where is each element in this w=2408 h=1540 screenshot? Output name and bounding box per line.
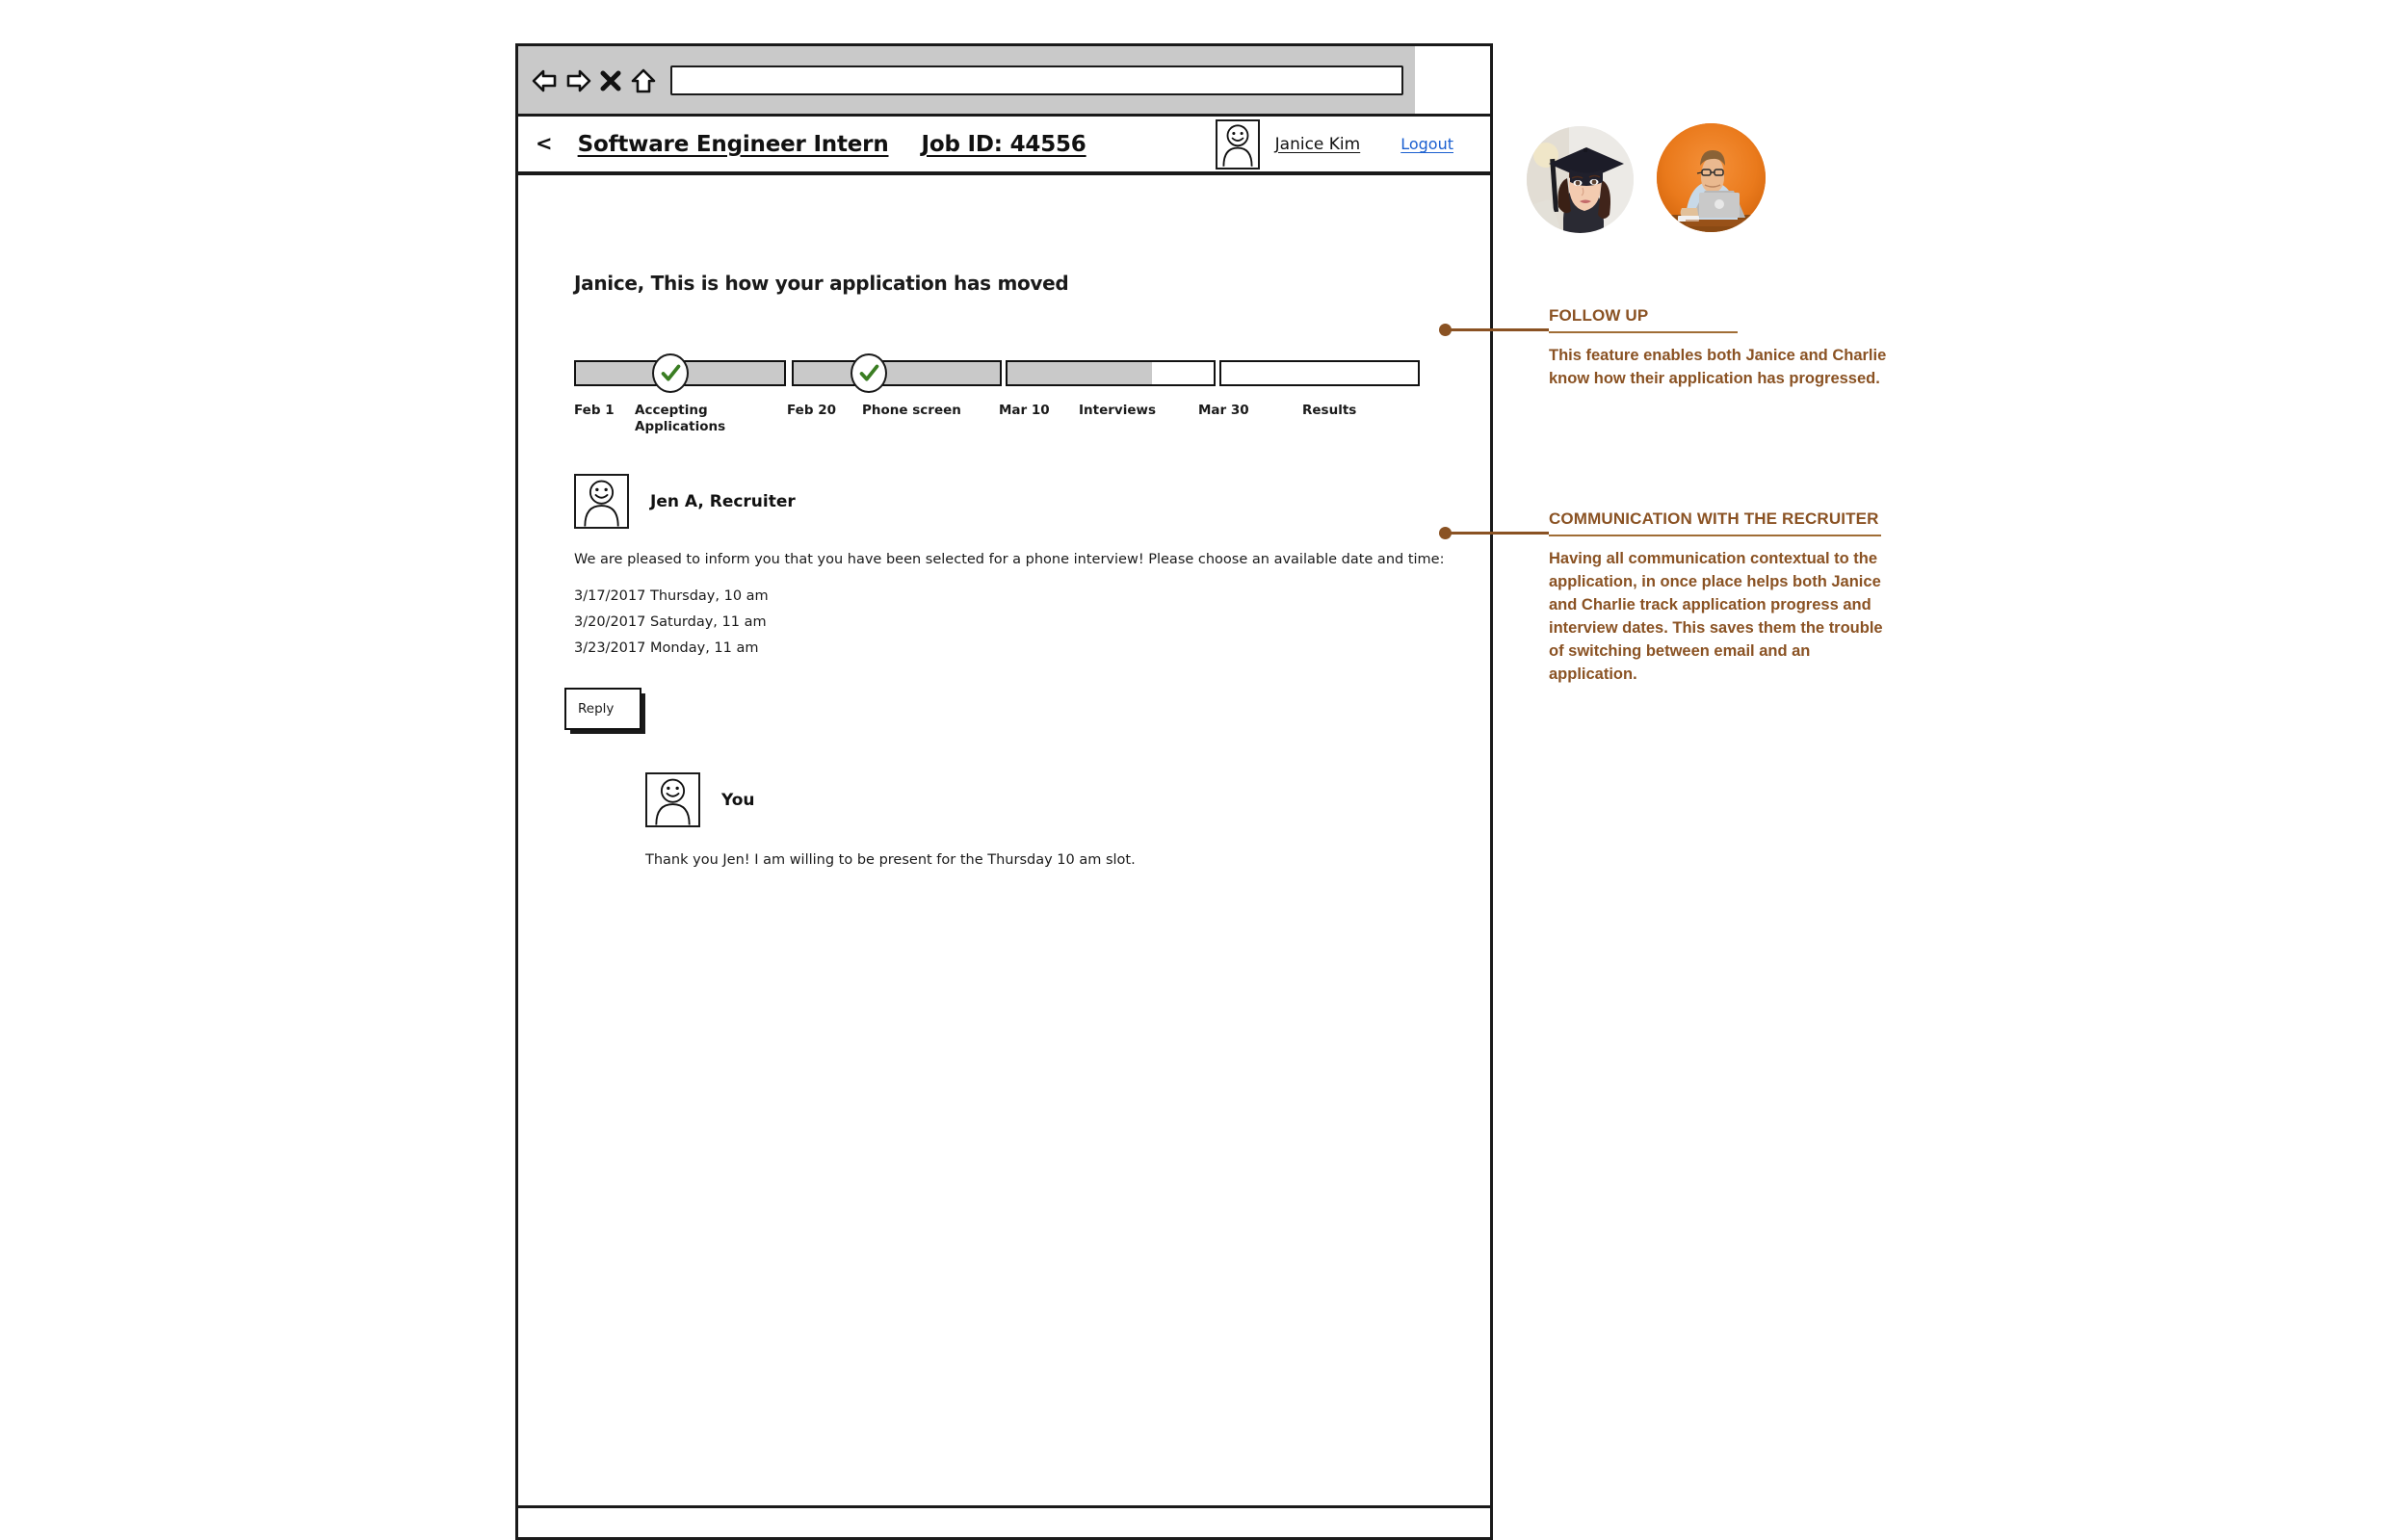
progress-tick-label: Phone screen [862, 403, 961, 418]
message-body-text: Thank you Jen! I am willing to be presen… [645, 852, 1136, 868]
annotation-body: Having all communication contextual to t… [1549, 550, 1883, 684]
progress-check-accepting-applications [652, 353, 689, 393]
application-progress-tracker: Feb 1 Accepting Applications Feb 20 Phon… [574, 353, 1431, 466]
browser-window: < Software Engineer Intern Job ID: 44556… [515, 43, 1493, 1540]
user-avatar-icon[interactable] [1215, 118, 1260, 170]
browser-nav-icons [532, 67, 656, 93]
annotation-connector-line [1443, 532, 1549, 535]
progress-tick-label: Mar 10 [999, 403, 1050, 418]
interview-slot-item[interactable]: 3/17/2017 Thursday, 10 am [574, 588, 1444, 604]
application-page-body: Janice, This is how your application has… [518, 175, 1490, 1537]
annotation-follow-up: FOLLOW UP This feature enables both Jani… [1549, 306, 1896, 390]
message-recruiter: Jen A, Recruiter We are pleased to infor… [574, 474, 1444, 666]
home-icon[interactable] [630, 67, 656, 93]
message-header: You [645, 772, 1136, 827]
chrome-right-filler [1415, 46, 1490, 114]
progress-segment-fill [794, 362, 1000, 384]
progress-tick-labels: Feb 1 Accepting Applications Feb 20 Phon… [574, 403, 1431, 460]
interview-slot-item[interactable]: 3/23/2017 Monday, 11 am [574, 640, 1444, 656]
progress-segment-results [1219, 360, 1420, 386]
progress-tick-label: Results [1302, 403, 1357, 418]
user-avatar-icon [574, 474, 629, 529]
page-bottom-divider [518, 1505, 1490, 1508]
close-x-icon[interactable] [597, 67, 623, 93]
progress-tick-label: Mar 30 [1198, 403, 1249, 418]
annotation-body: This feature enables both Janice and Cha… [1549, 347, 1887, 388]
url-address-bar[interactable] [670, 65, 1403, 95]
progress-segment-fill [1008, 362, 1152, 384]
progress-check-phone-screen [851, 353, 887, 393]
annotation-divider [1549, 535, 1881, 536]
annotation-communication-with-recruiter: COMMUNICATION WITH THE RECRUITER Having … [1549, 509, 1896, 686]
progress-segment-interviews [1006, 360, 1216, 386]
progress-tick-label: Feb 20 [787, 403, 836, 418]
annotation-title: FOLLOW UP [1549, 306, 1649, 325]
message-sender-name: You [721, 790, 755, 810]
logout-link[interactable]: Logout [1400, 135, 1453, 153]
message-sender-name: Jen A, Recruiter [650, 491, 796, 511]
reply-button[interactable]: Reply [564, 688, 641, 730]
message-body-text: We are pleased to inform you that you ha… [574, 552, 1445, 567]
progress-segment-phone-screen [792, 360, 1002, 386]
progress-tick-label: Accepting Applications [635, 403, 726, 434]
header-user-area: Janice Kim Logout [1215, 117, 1453, 171]
annotation-divider [1549, 331, 1738, 333]
annotation-title: COMMUNICATION WITH THE RECRUITER [1549, 509, 1879, 528]
progress-tick-label: Interviews [1079, 403, 1156, 418]
janice-graduate-photo [1527, 126, 1634, 233]
message-header: Jen A, Recruiter [574, 474, 1444, 529]
back-chevron-icon[interactable]: < [536, 134, 553, 154]
charlie-laptop-photo [1657, 123, 1766, 232]
page-greeting: Janice, This is how your application has… [574, 272, 1069, 295]
user-avatar-icon [645, 772, 700, 827]
interview-slot-item[interactable]: 3/20/2017 Saturday, 11 am [574, 614, 1444, 630]
job-title-link[interactable]: Software Engineer Intern [578, 132, 889, 157]
user-name-link[interactable]: Janice Kim [1275, 135, 1361, 154]
annotation-connector-line [1443, 328, 1549, 331]
forward-arrow-icon[interactable] [564, 67, 591, 93]
interview-slot-list: 3/17/2017 Thursday, 10 am 3/20/2017 Satu… [574, 588, 1444, 656]
progress-bar [574, 353, 1420, 393]
app-header: < Software Engineer Intern Job ID: 44556… [518, 117, 1490, 175]
back-arrow-icon[interactable] [532, 67, 558, 93]
progress-tick-label: Feb 1 [574, 403, 615, 418]
job-id-link[interactable]: Job ID: 44556 [922, 132, 1086, 157]
browser-chrome-toolbar [518, 46, 1490, 117]
message-you: You Thank you Jen! I am willing to be pr… [645, 772, 1136, 868]
